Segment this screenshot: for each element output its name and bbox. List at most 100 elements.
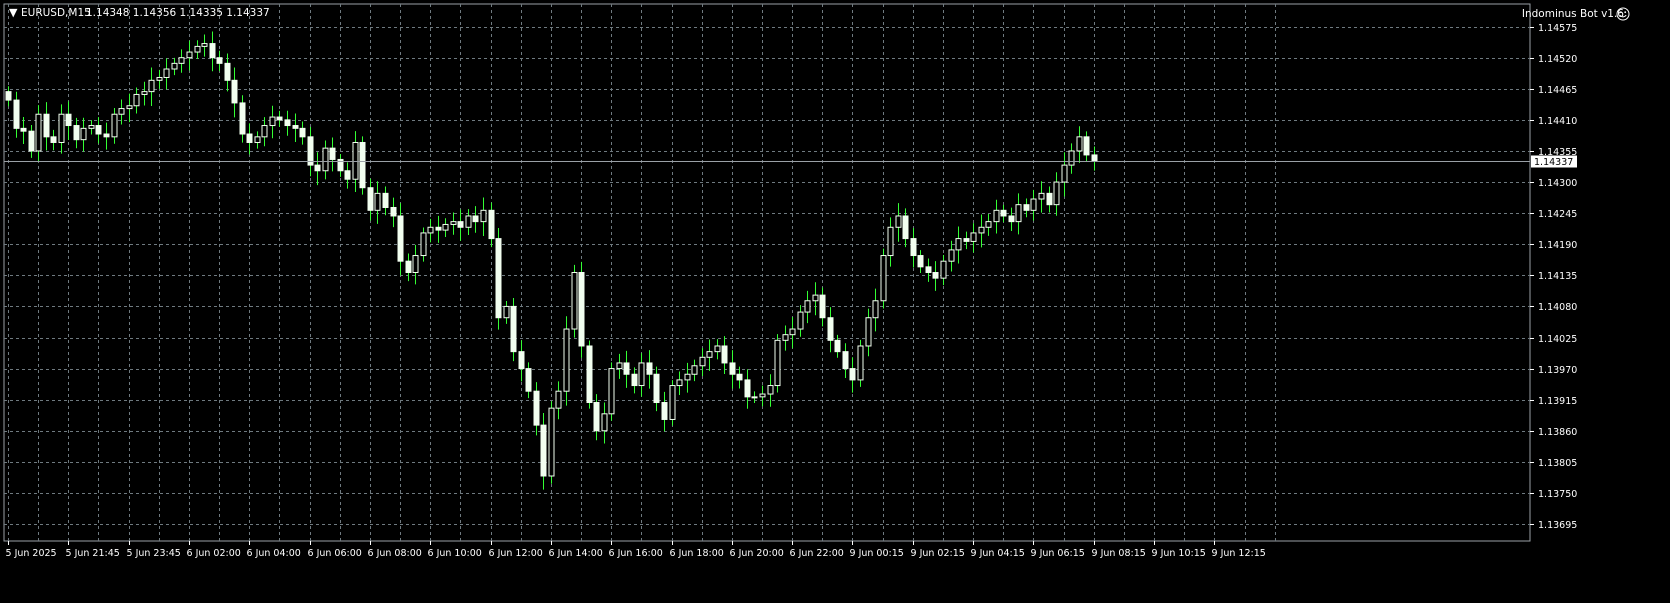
candle-bear xyxy=(578,272,585,347)
price-tick-label: 1.13695 xyxy=(1538,520,1577,531)
price-tick-label: 1.13915 xyxy=(1538,396,1577,407)
candle-bear xyxy=(1023,204,1030,211)
candle-bull xyxy=(1030,198,1037,211)
candle-bull xyxy=(857,345,864,381)
price-tick-label: 1.14410 xyxy=(1538,116,1577,127)
price-tick-label: 1.14080 xyxy=(1538,302,1577,313)
candle-bull xyxy=(480,209,487,223)
candle-bull xyxy=(156,76,163,81)
candle-bull xyxy=(751,396,758,399)
time-tick-label: 6 Jun 18:00 xyxy=(670,548,724,559)
candle-bear xyxy=(216,57,223,64)
candle-bull xyxy=(412,255,419,273)
time-tick-label: 9 Jun 10:15 xyxy=(1152,548,1206,559)
candle-bull xyxy=(812,294,819,302)
candle-bear xyxy=(827,317,834,341)
candle-bull xyxy=(804,300,811,313)
time-tick-label: 9 Jun 00:15 xyxy=(850,548,904,559)
candle-bear xyxy=(932,272,939,279)
candle-bull xyxy=(789,328,796,336)
candle-bear xyxy=(50,136,57,143)
candle-bear xyxy=(902,215,909,240)
time-tick-label: 9 Jun 06:15 xyxy=(1031,548,1085,559)
candle-bull xyxy=(178,57,185,64)
candle-bear xyxy=(28,130,35,152)
price-tick-label: 1.14300 xyxy=(1538,178,1577,189)
candle-bull xyxy=(126,105,133,110)
candle-bull xyxy=(872,300,879,319)
candle-bull xyxy=(148,79,155,93)
candle-bull xyxy=(503,305,510,319)
candle-bear xyxy=(533,390,540,426)
candle-bear xyxy=(307,136,314,166)
candle-bull xyxy=(322,147,329,172)
candle-bull xyxy=(111,113,118,138)
candle-bear xyxy=(736,373,743,381)
candle-bear xyxy=(842,351,849,370)
candle-bull xyxy=(865,317,872,347)
time-tick-label: 9 Jun 08:15 xyxy=(1092,548,1146,559)
candle-bear xyxy=(65,113,72,127)
price-tick-label: 1.14245 xyxy=(1538,209,1577,220)
price-tick-label: 1.14520 xyxy=(1538,54,1577,65)
candle-bull xyxy=(782,334,789,341)
candle-bear xyxy=(518,351,525,370)
candle-bear xyxy=(593,402,600,432)
candle-bear xyxy=(631,373,638,387)
candle-bull xyxy=(1076,136,1083,152)
price-chart[interactable]: 1.14337 1.14575 1.14520 1.14465 1.14410 1.14… xyxy=(0,0,1670,599)
candle-bear xyxy=(276,116,283,121)
price-tick-label: 1.14355 xyxy=(1538,147,1577,158)
chart-canvas[interactable]: 1.14337 1.14575 1.14520 1.14465 1.14410 1.14… xyxy=(0,0,1670,599)
candle-bull xyxy=(985,221,992,228)
candle-bull xyxy=(442,223,449,231)
candle-bear xyxy=(495,238,502,319)
candle-bull xyxy=(948,249,955,262)
candle-bear xyxy=(661,402,668,420)
candle-bear xyxy=(646,362,653,375)
candle-bear xyxy=(95,125,102,135)
time-tick-label: 5 Jun 23:45 xyxy=(127,548,181,559)
candle-bull xyxy=(887,226,894,257)
candle-bull xyxy=(1068,150,1075,166)
candle-bear xyxy=(209,43,216,59)
price-axis: 1.145751.145201.144651.144101.143551.143… xyxy=(1530,23,1577,531)
candle-bull xyxy=(616,362,623,370)
candle-bear xyxy=(729,362,736,375)
candle-bull xyxy=(955,238,962,251)
ohlc-values: 1.14348 1.14356 1.14335 1.14337 xyxy=(86,7,270,19)
candle-bear xyxy=(623,362,630,375)
candle-bear xyxy=(359,141,366,189)
candle-bear xyxy=(239,102,246,135)
candle-bear xyxy=(925,266,932,274)
candle-bull xyxy=(548,407,555,477)
time-tick-label: 6 Jun 04:00 xyxy=(247,548,301,559)
candle-bear xyxy=(1000,209,1007,217)
candle-bear xyxy=(834,339,841,353)
candle-bear xyxy=(20,127,27,132)
candle-bear xyxy=(1008,215,1015,223)
candle-bear xyxy=(910,238,917,257)
candle-bull xyxy=(427,226,434,234)
candle-bear xyxy=(299,127,306,138)
candle-bull xyxy=(608,368,615,415)
candle-bear xyxy=(540,424,547,477)
candle-bull xyxy=(374,192,381,211)
candle-bear xyxy=(344,170,351,180)
expert-label[interactable]: Indominus Bot v1.6 xyxy=(1522,8,1624,20)
candle-bear xyxy=(525,368,532,392)
candle-bear xyxy=(329,147,336,160)
candle-bull xyxy=(201,43,208,47)
chevron-down-icon[interactable]: ▼ xyxy=(9,6,18,19)
price-tick-label: 1.13860 xyxy=(1538,427,1577,438)
candle-bull xyxy=(563,328,570,392)
candle-bull xyxy=(706,351,713,358)
time-tick-label: 6 Jun 14:00 xyxy=(549,548,603,559)
candle-bull xyxy=(80,127,87,141)
candle-bull xyxy=(58,113,65,143)
candle-bear xyxy=(397,215,404,262)
candle-bear xyxy=(390,206,397,217)
time-tick-label: 9 Jun 12:15 xyxy=(1212,548,1266,559)
candle-bull xyxy=(1061,164,1068,183)
bid-line: 1.14337 xyxy=(4,155,1577,168)
